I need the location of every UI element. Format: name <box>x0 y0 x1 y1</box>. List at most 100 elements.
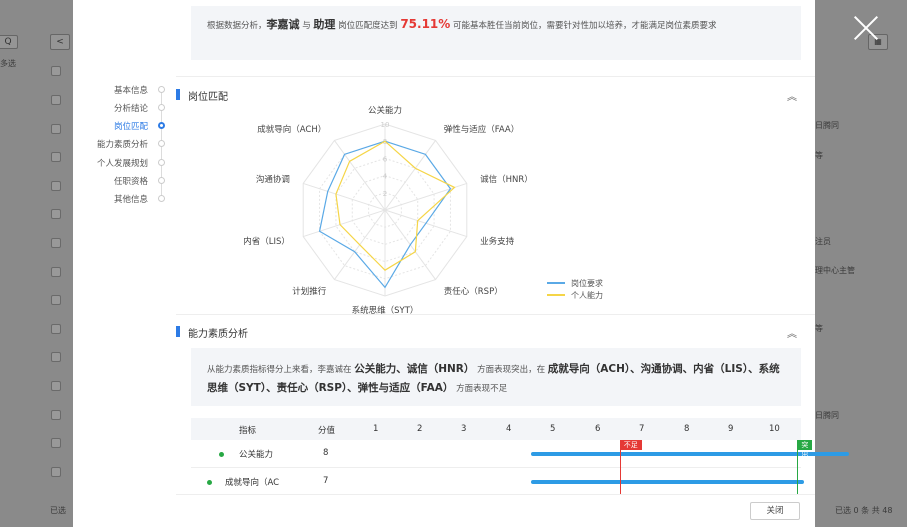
radar-tick-label: 10 <box>381 121 390 129</box>
column-header: 1 <box>373 424 379 434</box>
section-title: 能力素质分析 <box>188 329 248 340</box>
sidenav-item-basic-info[interactable]: 基本信息 <box>114 84 148 96</box>
flag-low: 不足 <box>619 440 642 450</box>
radar-spoke <box>303 182 386 211</box>
background-checkbox <box>51 324 61 334</box>
radar-axis-label: 业务支持 <box>480 236 515 247</box>
summary-text: 方面表现突出，在 <box>474 365 548 375</box>
close-icon[interactable] <box>852 14 880 42</box>
ability-summary: 从能力素质指标得分上来看，李嘉诚在 公关能力、诚信（HNR） 方面表现突出，在 … <box>191 348 801 406</box>
radar-spoke <box>384 140 436 211</box>
indicator-name: 成就导向（AC <box>225 478 280 488</box>
background-checkbox <box>51 152 61 162</box>
radar-axis-label: 沟通协调 <box>256 174 290 185</box>
background-checkbox <box>51 410 61 420</box>
background-selected-text: 已选 <box>50 506 66 515</box>
summary-text: 方面表现不足 <box>453 384 508 394</box>
chevron-up-icon[interactable]: ︽ <box>787 325 797 340</box>
background-checkbox <box>51 381 61 391</box>
section-marker <box>176 89 180 100</box>
column-header: 7 <box>639 424 645 434</box>
indicator-score: 7 <box>323 476 329 486</box>
strengths-text: 公关能力、诚信（HNR） <box>354 363 475 375</box>
column-header: 2 <box>417 424 423 434</box>
flag-high: 突出 <box>797 440 813 459</box>
status-dot <box>207 480 212 485</box>
radar-axis-label: 诚信（HNR） <box>480 174 533 185</box>
background-checkbox <box>51 467 61 477</box>
column-header: 6 <box>595 424 601 434</box>
background-cell-text: 等 <box>815 324 823 333</box>
radar-axis-label: 责任心（RSP） <box>444 286 503 297</box>
radar-axis-label: 弹性与适应（FAA） <box>444 124 519 135</box>
match-summary: 根据数据分析，李嘉诚 与 助理 岗位匹配度达到 75.11% 可能基本胜任当前岗… <box>191 6 801 60</box>
radar-axis-label: 内省（LIS） <box>243 236 290 247</box>
radar-axis-label: 公关能力 <box>368 105 402 116</box>
background-checkbox <box>51 181 61 191</box>
summary-text: 从能力素质指标得分上来看，李嘉诚在 <box>207 365 355 375</box>
background-checkbox <box>51 295 61 305</box>
legend-swatch <box>547 282 565 284</box>
radar-legend: 岗位要求 个人能力 <box>547 277 603 301</box>
legend-label: 岗位要求 <box>571 278 603 288</box>
column-header: 3 <box>461 424 467 434</box>
section-marker <box>176 326 180 337</box>
match-percent: 75.11% <box>400 17 451 31</box>
indicator-score: 8 <box>323 448 329 458</box>
indicator-name: 公关能力 <box>239 450 274 460</box>
column-header: 分值 <box>318 426 336 436</box>
radar-axis-label: 成就导向（ACH） <box>257 124 326 135</box>
background-left-panel: Q < 多选 已选 <box>0 0 73 527</box>
legend-item: 岗位要求 <box>547 277 603 289</box>
column-header: 8 <box>684 424 690 434</box>
summary-text: 根据数据分析， <box>207 21 267 31</box>
table-row: 公关能力 8 <box>191 440 849 468</box>
legend-swatch <box>547 294 565 296</box>
background-pagination-text: 已选 0 条 共 48 <box>835 506 893 515</box>
column-header: 10 <box>769 424 780 434</box>
position-name: 助理 <box>313 18 336 31</box>
radar-tick-label: 6 <box>383 155 388 163</box>
radar-axis-label: 系统思维（SYT） <box>352 305 419 315</box>
modal-footer: 关闭 <box>176 494 815 527</box>
chevron-up-icon[interactable]: ︽ <box>787 88 797 103</box>
status-dot <box>219 452 224 457</box>
background-cell-text: 注员 <box>815 237 831 246</box>
summary-text: 与 <box>299 21 314 31</box>
background-checkbox <box>51 124 61 134</box>
background-cell-text: 理中心主管 <box>815 266 855 275</box>
table-header: 指标 分值 1 2 3 4 5 6 7 8 9 10 <box>191 418 801 440</box>
radar-tick-label: 2 <box>383 190 387 198</box>
column-header: 5 <box>550 424 556 434</box>
employee-name: 李嘉诚 <box>266 18 300 31</box>
legend-label: 个人能力 <box>571 290 603 300</box>
background-checkbox <box>51 238 61 248</box>
column-header: 4 <box>506 424 512 434</box>
divider <box>176 76 815 77</box>
radar-spoke <box>334 140 386 211</box>
background-checkbox <box>51 352 61 362</box>
background-checkbox <box>51 438 61 448</box>
background-multiselect-text: 多选 <box>0 59 16 68</box>
sidenav-dot <box>158 86 165 93</box>
radar-axis-label: 计划推行 <box>292 286 327 297</box>
section-header-ability-analysis: 能力素质分析 ︽ <box>176 323 815 343</box>
close-button[interactable]: 关闭 <box>750 502 800 520</box>
background-cell-text: 日腾同 <box>815 121 839 130</box>
table-row: 成就导向（AC 7 <box>191 468 805 496</box>
radar-spoke <box>303 209 386 238</box>
summary-text: 可能基本胜任当前岗位，需要针对性加以培养，才能满足岗位素质要求 <box>450 21 717 31</box>
background-search-button: Q <box>0 35 18 49</box>
column-header: 9 <box>728 424 734 434</box>
summary-text: 岗位匹配度达到 <box>335 21 401 31</box>
background-cell-text: 日腾同 <box>815 411 839 420</box>
background-right-panel: ▦ 日腾同 等 注员 理中心主管 等 日腾同 已选 0 条 共 48 <box>815 0 907 527</box>
legend-item: 个人能力 <box>547 289 603 301</box>
background-checkbox <box>51 66 61 76</box>
score-bar <box>531 480 805 484</box>
column-header: 指标 <box>239 426 257 436</box>
background-prev-button: < <box>50 34 70 50</box>
background-cell-text: 等 <box>815 151 823 160</box>
background-checkbox <box>51 209 61 219</box>
background-checkbox <box>51 95 61 105</box>
